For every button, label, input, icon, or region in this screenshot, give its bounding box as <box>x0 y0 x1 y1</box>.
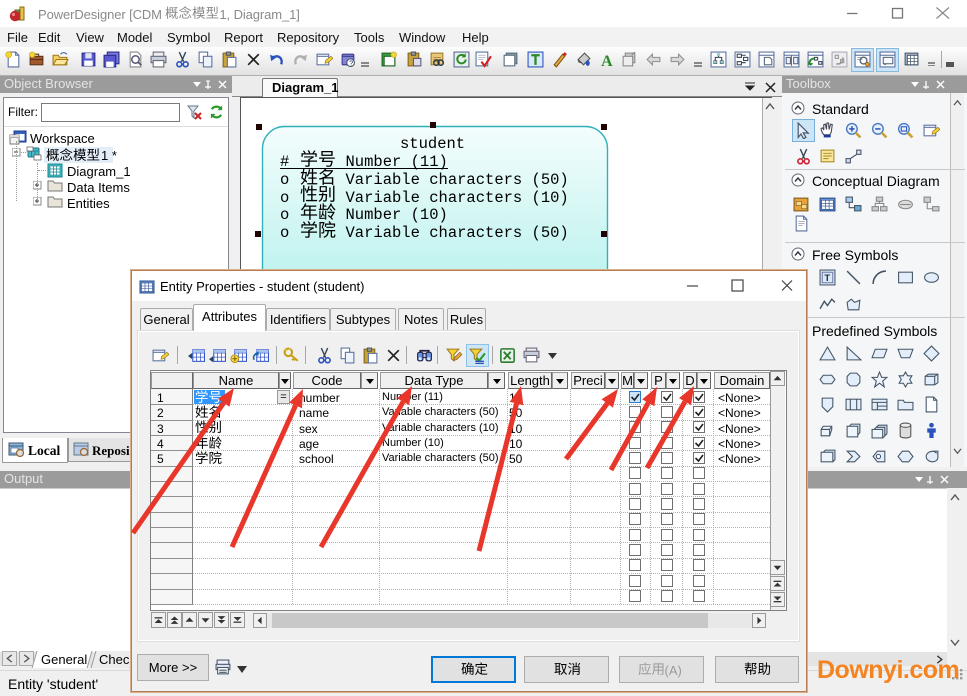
svg-text:?: ? <box>349 58 353 67</box>
svg-text:T: T <box>824 273 830 284</box>
svg-text:A: A <box>601 53 613 68</box>
